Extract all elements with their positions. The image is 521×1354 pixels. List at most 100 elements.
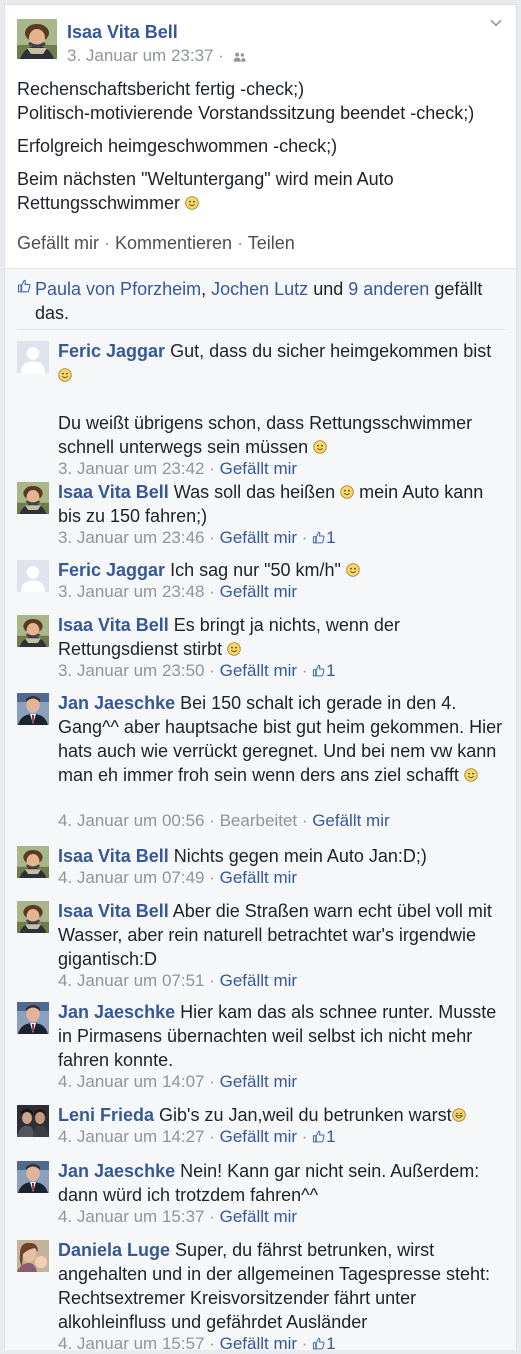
like-action[interactable]: Gefällt mir <box>17 233 99 253</box>
comment-like-link[interactable]: Gefällt mir <box>220 1127 297 1146</box>
smile-emoji-icon <box>58 368 72 382</box>
comment-text: Jan Jaeschke Nein! Kann gar nicht sein. … <box>58 1159 507 1207</box>
comment-meta: 3. Januar um 23:46 · Gefällt mir · 1 <box>58 528 336 547</box>
commenter-avatar[interactable] <box>17 1002 49 1034</box>
chevron-down-icon[interactable] <box>490 19 502 27</box>
post-line-last: Beim nächsten "Weltuntergang" wird mein … <box>17 167 497 215</box>
post-author-name[interactable]: Isaa Vita Bell <box>67 22 178 43</box>
post-timestamp[interactable]: 3. Januar um 23:37 <box>67 46 213 65</box>
commenter-name[interactable]: Isaa Vita Bell <box>58 615 169 635</box>
commenter-avatar[interactable] <box>17 482 49 514</box>
comment-body-2: Du weißt übrigens schon, dass Rettungssc… <box>58 413 473 457</box>
comment-meta: 3. Januar um 23:50 · Gefällt mir · 1 <box>58 661 336 680</box>
commenter-name[interactable]: Jan Jaeschke <box>58 1161 175 1181</box>
smile-emoji-icon <box>313 440 327 454</box>
commenter-name[interactable]: Feric Jaggar <box>58 341 165 361</box>
thumbs-up-icon <box>312 1337 325 1350</box>
comment-time[interactable]: 3. Januar um 23:50 <box>58 661 204 680</box>
smile-emoji-icon <box>464 768 478 782</box>
comment-text: Jan Jaeschke Bei 150 schalt ich gerade i… <box>58 691 507 787</box>
comment-time[interactable]: 3. Januar um 23:42 <box>58 459 204 478</box>
comment-time[interactable]: 4. Januar um 15:57 <box>58 1334 204 1353</box>
grin-emoji-icon <box>452 1108 466 1122</box>
comment-meta: 4. Januar um 14:07 · Gefällt mir <box>58 1072 298 1091</box>
comment-time[interactable]: 4. Januar um 15:37 <box>58 1207 204 1226</box>
comment-meta: 4. Januar um 07:49 · Gefällt mir <box>58 868 298 887</box>
comment-like-count[interactable]: 1 <box>326 1334 335 1353</box>
comment-text: Isaa Vita Bell Was soll das heißen mein … <box>58 480 507 528</box>
comment-like-link[interactable]: Gefällt mir <box>220 1072 297 1091</box>
thumbs-up-icon <box>312 531 325 544</box>
comment-like-link[interactable]: Gefällt mir <box>220 868 297 887</box>
comment-time[interactable]: 4. Januar um 07:51 <box>58 971 204 990</box>
smile-emoji-icon <box>227 642 241 656</box>
comment-text: Leni Frieda Gib's zu Jan,weil du betrunk… <box>58 1103 507 1127</box>
comment-time[interactable]: 4. Januar um 00:56 <box>58 811 204 830</box>
comment-like-link[interactable]: Gefällt mir <box>220 1334 297 1353</box>
comment-text: Feric Jaggar Gut, dass du sicher heimgek… <box>58 339 507 459</box>
comment-like-link[interactable]: Gefällt mir <box>220 459 297 478</box>
comment-like-link[interactable]: Gefällt mir <box>220 661 297 680</box>
liker-link[interactable]: Jochen Lutz <box>211 279 308 299</box>
commenter-avatar[interactable] <box>17 341 49 373</box>
comment-time[interactable]: 4. Januar um 14:07 <box>58 1072 204 1091</box>
comment-like-link[interactable]: Gefällt mir <box>312 811 389 830</box>
comment-like-count[interactable]: 1 <box>326 1127 335 1146</box>
commenter-name[interactable]: Isaa Vita Bell <box>58 901 169 921</box>
commenter-avatar[interactable] <box>17 615 49 647</box>
comment-text: Isaa Vita Bell Nichts gegen mein Auto Ja… <box>58 844 507 868</box>
comment-like-link[interactable]: Gefällt mir <box>220 971 297 990</box>
smile-emoji-icon <box>340 485 354 499</box>
commenter-name[interactable]: Jan Jaeschke <box>58 693 175 713</box>
comment-time[interactable]: 4. Januar um 07:49 <box>58 868 204 887</box>
comment-like-link[interactable]: Gefällt mir <box>220 582 297 601</box>
commenter-avatar[interactable] <box>17 901 49 933</box>
post-line: Politisch-motivierende Vorstandssitzung … <box>17 103 475 123</box>
commenter-name[interactable]: Leni Frieda <box>58 1105 154 1125</box>
likes-comma: , <box>201 279 212 299</box>
comment-meta: 3. Januar um 23:48 · Gefällt mir <box>58 582 298 601</box>
edited-label[interactable]: Bearbeitet <box>220 811 298 830</box>
commenter-avatar[interactable] <box>17 693 49 725</box>
author-avatar[interactable] <box>17 19 57 59</box>
comment-action[interactable]: Kommentieren <box>115 233 232 253</box>
likes-und: und <box>308 279 349 299</box>
friends-icon[interactable] <box>233 52 246 62</box>
comment-time[interactable]: 3. Januar um 23:48 <box>58 582 204 601</box>
comment-text: Daniela Luge Super, du fährst betrunken,… <box>58 1238 507 1334</box>
comment-body: Ich sag nur "50 km/h" <box>170 560 341 580</box>
comment-body: Gut, dass du sicher heimgekommen bist <box>170 341 492 361</box>
comment-meta: 4. Januar um 07:51 · Gefällt mir <box>58 971 298 990</box>
commenter-avatar[interactable] <box>17 1240 49 1272</box>
commenter-name[interactable]: Jan Jaeschke <box>58 1002 175 1022</box>
comment-like-count[interactable]: 1 <box>326 528 335 547</box>
commenter-avatar[interactable] <box>17 1161 49 1193</box>
commenter-name[interactable]: Feric Jaggar <box>58 560 165 580</box>
post-line-text: Beim nächsten "Weltuntergang" wird mein … <box>17 169 394 213</box>
comment-like-link[interactable]: Gefällt mir <box>220 528 297 547</box>
comment-text: Feric Jaggar Ich sag nur "50 km/h" <box>58 558 507 582</box>
comment-text: Jan Jaeschke Hier kam das als schnee run… <box>58 1000 507 1072</box>
comment-body: Nichts gegen mein Auto Jan:D;) <box>173 846 427 866</box>
likes-summary: Paula von Pforzheim, Jochen Lutz und 9 a… <box>5 268 516 329</box>
comment-meta: 4. Januar um 15:57 · Gefällt mir · 1 <box>58 1334 336 1353</box>
commenter-name[interactable]: Isaa Vita Bell <box>58 482 169 502</box>
liker-link[interactable]: Paula von Pforzheim <box>35 279 201 299</box>
comment-meta: 3. Januar um 23:42 · Gefällt mir <box>58 459 298 478</box>
sep: · <box>232 233 248 253</box>
commenter-name[interactable]: Isaa Vita Bell <box>58 846 169 866</box>
share-action[interactable]: Teilen <box>248 233 295 253</box>
smile-emoji-icon <box>185 196 199 210</box>
comment-time[interactable]: 4. Januar um 14:27 <box>58 1127 204 1146</box>
comment-like-link[interactable]: Gefällt mir <box>220 1207 297 1226</box>
commenter-avatar[interactable] <box>17 560 49 592</box>
commenter-avatar[interactable] <box>17 1105 49 1137</box>
others-link[interactable]: 9 anderen <box>348 279 429 299</box>
commenter-avatar[interactable] <box>17 846 49 878</box>
commenter-name[interactable]: Daniela Luge <box>58 1240 170 1260</box>
comment-like-count[interactable]: 1 <box>326 661 335 680</box>
comment-time[interactable]: 3. Januar um 23:46 <box>58 528 204 547</box>
thumbs-up-icon <box>312 664 325 677</box>
sep: · <box>99 233 116 253</box>
post-actions: Gefällt mir · Kommentieren · Teilen <box>17 233 295 254</box>
